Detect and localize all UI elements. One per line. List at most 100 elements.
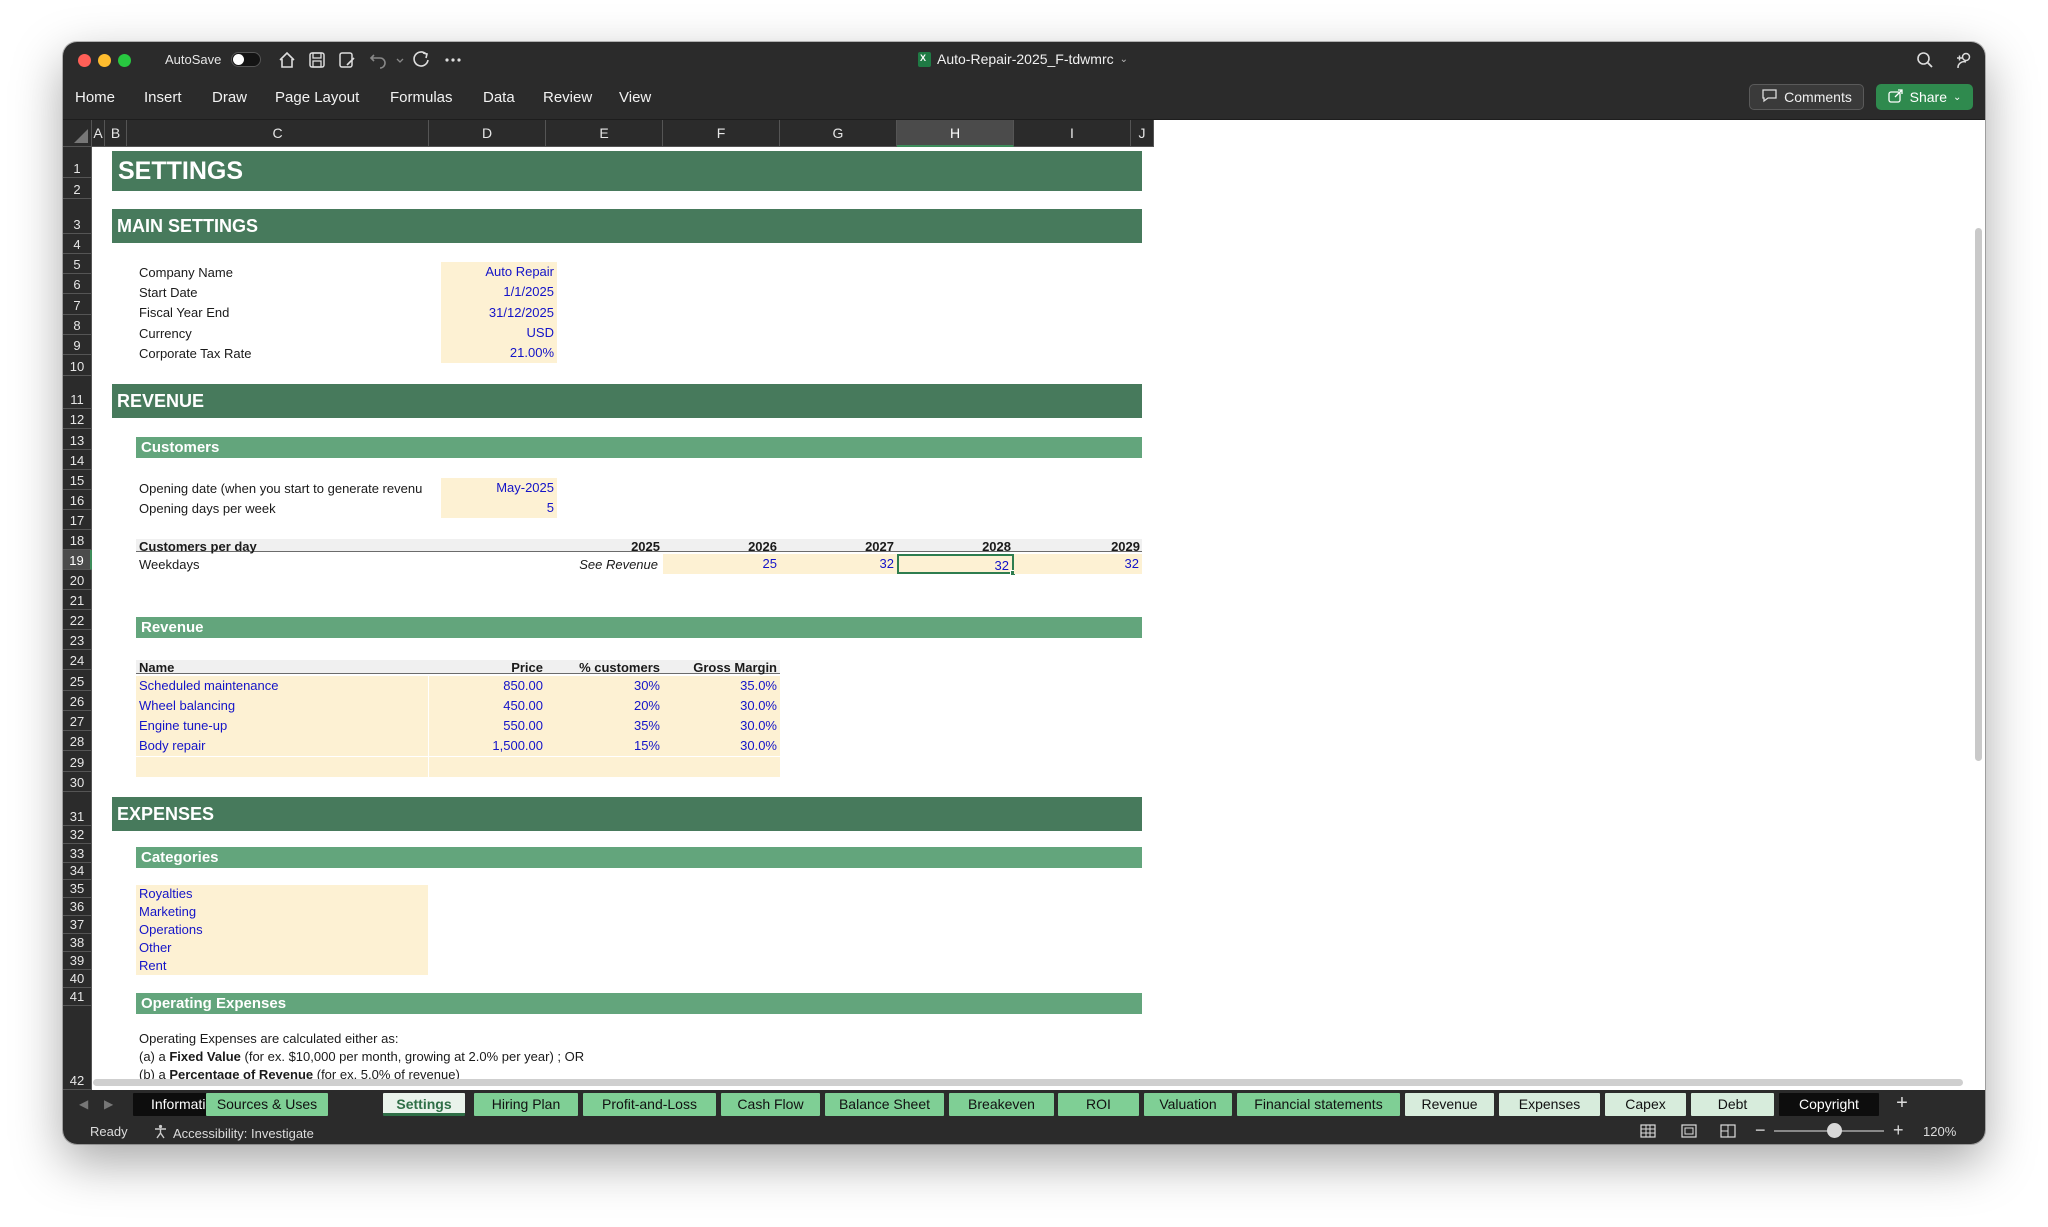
menu-data[interactable]: Data bbox=[483, 89, 515, 106]
normal-view-icon[interactable] bbox=[1640, 1123, 1656, 1139]
select-all-button[interactable] bbox=[63, 120, 92, 147]
accessibility-status[interactable]: Accessibility: Investigate bbox=[153, 1124, 314, 1142]
start-date-input[interactable]: 1/1/2025 bbox=[441, 282, 557, 302]
column-header-d[interactable]: D bbox=[429, 120, 546, 147]
tab-revenue[interactable]: Revenue bbox=[1405, 1093, 1494, 1116]
row-header[interactable]: 40 bbox=[63, 970, 92, 988]
row-header[interactable]: 37 bbox=[63, 916, 92, 934]
menu-draw[interactable]: Draw bbox=[212, 89, 247, 106]
row-header[interactable]: 39 bbox=[63, 952, 92, 970]
row-header[interactable]: 38 bbox=[63, 934, 92, 952]
row-header[interactable]: 24 bbox=[63, 650, 92, 670]
column-header-b[interactable]: B bbox=[105, 120, 127, 147]
row-header[interactable]: 33 bbox=[63, 844, 92, 863]
menu-formulas[interactable]: Formulas bbox=[390, 89, 453, 106]
tab-financial-statements[interactable]: Financial statements bbox=[1237, 1093, 1400, 1116]
row-header[interactable]: 32 bbox=[63, 826, 92, 844]
empty-input-cell[interactable] bbox=[546, 757, 663, 777]
tab-copyright[interactable]: Copyright bbox=[1779, 1093, 1879, 1116]
row-header[interactable]: 8 bbox=[63, 315, 92, 335]
weekdays-2025-value[interactable]: See Revenue bbox=[546, 557, 658, 572]
row-header[interactable]: 42 bbox=[63, 1006, 92, 1090]
table-row[interactable]: 35.0% bbox=[663, 676, 780, 696]
column-header-j[interactable]: J bbox=[1131, 120, 1154, 147]
opening-days-input[interactable]: 5 bbox=[441, 498, 557, 518]
table-row[interactable]: 30.0% bbox=[663, 696, 780, 716]
row-header[interactable]: 21 bbox=[63, 590, 92, 610]
list-item[interactable]: Royalties bbox=[136, 885, 428, 903]
column-header-a[interactable]: A bbox=[92, 120, 105, 147]
row-header[interactable]: 22 bbox=[63, 610, 92, 630]
table-row[interactable]: 450.00 bbox=[429, 696, 546, 716]
tab-debt[interactable]: Debt bbox=[1691, 1093, 1774, 1116]
menu-home[interactable]: Home bbox=[75, 89, 115, 106]
table-row[interactable]: Engine tune-up bbox=[136, 716, 428, 736]
vertical-scrollbar[interactable] bbox=[1975, 228, 1982, 761]
row-header[interactable]: 17 bbox=[63, 510, 92, 530]
table-row[interactable]: 15% bbox=[546, 736, 663, 756]
tab-profit-and-loss[interactable]: Profit-and-Loss bbox=[583, 1093, 716, 1116]
zoom-window-button[interactable] bbox=[118, 54, 131, 67]
table-row[interactable]: 1,500.00 bbox=[429, 736, 546, 756]
row-header[interactable]: 23 bbox=[63, 630, 92, 650]
tab-cash-flow[interactable]: Cash Flow bbox=[721, 1093, 820, 1116]
horizontal-scrollbar[interactable] bbox=[93, 1079, 1963, 1086]
row-header[interactable]: 41 bbox=[63, 988, 92, 1006]
page-break-view-icon[interactable] bbox=[1720, 1123, 1736, 1139]
row-header[interactable]: 31 bbox=[63, 792, 92, 826]
redo-icon[interactable] bbox=[411, 50, 431, 70]
weekdays-2028-input-selected[interactable]: 32 bbox=[897, 554, 1014, 574]
table-row[interactable]: 20% bbox=[546, 696, 663, 716]
empty-input-cell[interactable] bbox=[136, 757, 428, 777]
share-people-icon[interactable] bbox=[1954, 50, 1974, 70]
row-header[interactable]: 18 bbox=[63, 530, 92, 550]
row-header[interactable]: 30 bbox=[63, 772, 92, 792]
row-header[interactable]: 5 bbox=[63, 254, 92, 274]
row-header[interactable]: 4 bbox=[63, 234, 92, 254]
menu-review[interactable]: Review bbox=[543, 89, 592, 106]
minimize-window-button[interactable] bbox=[98, 54, 111, 67]
add-sheet-icon[interactable]: + bbox=[1892, 1092, 1912, 1115]
row-header[interactable]: 34 bbox=[63, 863, 92, 880]
tab-balance-sheet[interactable]: Balance Sheet bbox=[825, 1093, 944, 1116]
tab-hiring-plan[interactable]: Hiring Plan bbox=[474, 1093, 578, 1116]
share-button[interactable]: Share ⌄ bbox=[1876, 84, 1973, 110]
autosave-toggle[interactable] bbox=[231, 52, 261, 67]
list-item[interactable]: Operations bbox=[136, 921, 428, 939]
tab-settings[interactable]: Settings bbox=[383, 1093, 465, 1116]
row-header[interactable]: 29 bbox=[63, 751, 92, 772]
tab-scroll-left-icon[interactable]: ◀ bbox=[79, 1097, 88, 1111]
list-item[interactable]: Other bbox=[136, 939, 428, 957]
tab-breakeven[interactable]: Breakeven bbox=[949, 1093, 1054, 1116]
menu-insert[interactable]: Insert bbox=[144, 89, 182, 106]
row-header[interactable]: 1 bbox=[63, 147, 92, 178]
row-header[interactable]: 15 bbox=[63, 470, 92, 490]
tab-scroll-right-icon[interactable]: ▶ bbox=[104, 1097, 113, 1111]
menu-page-layout[interactable]: Page Layout bbox=[275, 89, 359, 106]
empty-input-cell[interactable] bbox=[429, 757, 546, 777]
column-header-f[interactable]: F bbox=[663, 120, 780, 147]
undo-icon[interactable] bbox=[368, 50, 388, 70]
row-header[interactable]: 2 bbox=[63, 178, 92, 199]
save-as-icon[interactable] bbox=[337, 50, 357, 70]
row-header[interactable]: 7 bbox=[63, 294, 92, 315]
row-header[interactable]: 25 bbox=[63, 670, 92, 691]
table-row[interactable]: 550.00 bbox=[429, 716, 546, 736]
row-header[interactable]: 19 bbox=[63, 550, 92, 570]
row-header[interactable]: 28 bbox=[63, 731, 92, 751]
page-layout-view-icon[interactable] bbox=[1681, 1123, 1697, 1139]
weekdays-2027-input[interactable]: 32 bbox=[780, 554, 897, 574]
table-row[interactable]: 35% bbox=[546, 716, 663, 736]
close-window-button[interactable] bbox=[78, 54, 91, 67]
row-header[interactable]: 14 bbox=[63, 450, 92, 470]
table-row[interactable]: Body repair bbox=[136, 736, 428, 756]
row-header[interactable]: 26 bbox=[63, 691, 92, 711]
tab-capex[interactable]: Capex bbox=[1605, 1093, 1686, 1116]
weekdays-2026-input[interactable]: 25 bbox=[663, 554, 780, 574]
save-icon[interactable] bbox=[307, 50, 327, 70]
row-header[interactable]: 10 bbox=[63, 355, 92, 376]
list-item[interactable]: Marketing bbox=[136, 903, 428, 921]
zoom-level[interactable]: 120% bbox=[1923, 1124, 1956, 1139]
menu-view[interactable]: View bbox=[619, 89, 651, 106]
row-header[interactable]: 13 bbox=[63, 429, 92, 450]
